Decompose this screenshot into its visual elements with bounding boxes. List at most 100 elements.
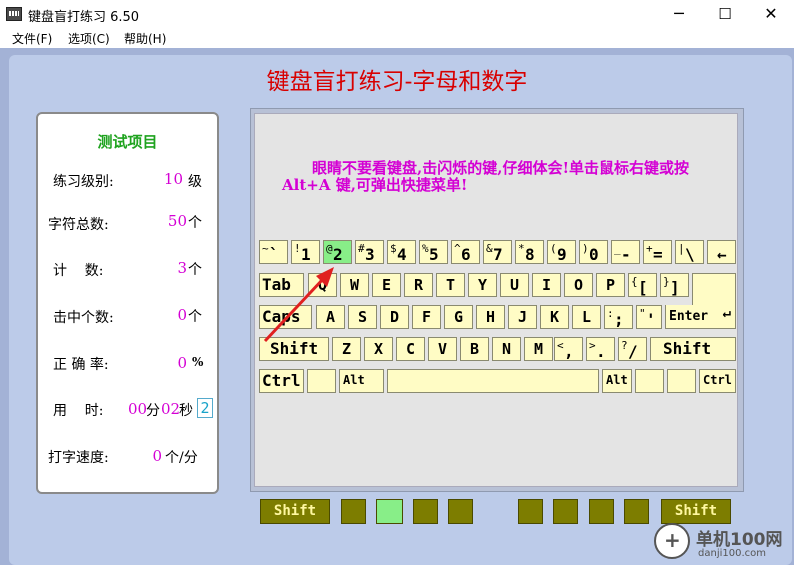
time-sec: 02 bbox=[161, 400, 181, 418]
key-t[interactable]: T bbox=[436, 273, 465, 297]
key-char: 6 bbox=[461, 245, 471, 264]
key-b[interactable]: B bbox=[460, 337, 489, 361]
key-semicolon[interactable]: :; bbox=[604, 305, 633, 329]
key-r[interactable]: R bbox=[404, 273, 433, 297]
key-o[interactable]: O bbox=[564, 273, 593, 297]
minimize-button[interactable]: ─ bbox=[656, 0, 702, 28]
key-shift-char: + bbox=[646, 242, 653, 255]
key-s[interactable]: S bbox=[348, 305, 377, 329]
key-char: C bbox=[405, 340, 416, 358]
watermark-logo: + 单机100网 danji100.com bbox=[654, 523, 794, 565]
key-u[interactable]: U bbox=[500, 273, 529, 297]
key-ctrl-left[interactable]: Ctrl bbox=[259, 369, 304, 393]
maximize-button[interactable]: ☐ bbox=[702, 0, 748, 28]
key-e[interactable]: E bbox=[372, 273, 401, 297]
key-i[interactable]: I bbox=[532, 273, 561, 297]
key-c[interactable]: C bbox=[396, 337, 425, 361]
total-value: 50 bbox=[167, 212, 187, 230]
key-win-left[interactable] bbox=[307, 369, 336, 393]
key-f[interactable]: F bbox=[412, 305, 441, 329]
key-k[interactable]: K bbox=[540, 305, 569, 329]
key-row1-14[interactable]: ← bbox=[707, 240, 736, 264]
key-alt-left[interactable]: Alt bbox=[339, 369, 384, 393]
close-button[interactable]: ✕ bbox=[748, 0, 794, 28]
key-slash[interactable]: ? / bbox=[618, 337, 647, 361]
key-win-right[interactable] bbox=[635, 369, 664, 393]
key-l[interactable]: L bbox=[572, 305, 601, 329]
seconds-indicator: 2 bbox=[197, 398, 213, 418]
key-p[interactable]: P bbox=[596, 273, 625, 297]
key-char: 5 bbox=[429, 245, 439, 264]
key-shift-char: ) bbox=[582, 242, 589, 255]
key-char: S bbox=[357, 308, 368, 326]
key-row1-3[interactable]: #3 bbox=[355, 240, 384, 264]
key-char: P bbox=[605, 276, 616, 294]
key-row1-8[interactable]: * 8 bbox=[515, 240, 544, 264]
key-w[interactable]: W bbox=[340, 273, 369, 297]
key-space[interactable] bbox=[387, 369, 599, 393]
hits-label: 击中个数: bbox=[53, 310, 114, 326]
key-row1-6[interactable]: ^ 6 bbox=[451, 240, 480, 264]
key-row1-7[interactable]: & 7 bbox=[483, 240, 512, 264]
key-char: U bbox=[509, 276, 520, 294]
key-label: Alt bbox=[343, 373, 365, 387]
key-char: H bbox=[485, 308, 496, 326]
key-n[interactable]: N bbox=[492, 337, 521, 361]
key-quote[interactable]: " ' bbox=[636, 305, 662, 329]
key-alt-right[interactable]: Alt bbox=[602, 369, 632, 393]
key-v[interactable]: V bbox=[428, 337, 457, 361]
hits-unit: 个 bbox=[188, 309, 202, 325]
finger-shift-right: Shift bbox=[661, 499, 731, 524]
finger-left-pinky bbox=[341, 499, 366, 524]
finger-right-pinky bbox=[624, 499, 649, 524]
key-char: I bbox=[541, 276, 552, 294]
key-h[interactable]: H bbox=[476, 305, 505, 329]
key-shift-right[interactable]: Shift bbox=[650, 337, 736, 361]
key-y[interactable]: Y bbox=[468, 273, 497, 297]
key-shift-char: * bbox=[518, 242, 525, 255]
accuracy-value: 0 bbox=[177, 354, 187, 372]
key-bracket-left[interactable]: {[ bbox=[628, 273, 657, 297]
key-x[interactable]: X bbox=[364, 337, 393, 361]
key-row1-11[interactable]: _ - bbox=[611, 240, 640, 264]
time-sec-unit: 秒 bbox=[179, 403, 193, 419]
key-shift-char: " bbox=[639, 307, 646, 320]
menu-help[interactable]: 帮助(H) bbox=[124, 30, 166, 47]
key-char: N bbox=[501, 340, 512, 358]
key-shift-char: & bbox=[486, 242, 493, 255]
watermark-url: danji100.com bbox=[698, 548, 766, 559]
key-period[interactable]: >. bbox=[586, 337, 615, 361]
key-row1-9[interactable]: (9 bbox=[547, 240, 576, 264]
key-row1-10[interactable]: ) 0 bbox=[579, 240, 608, 264]
key-m[interactable]: M bbox=[524, 337, 553, 361]
key-enter[interactable]: Enter ↵ bbox=[665, 305, 736, 329]
key-g[interactable]: G bbox=[444, 305, 473, 329]
key-char: K bbox=[549, 308, 560, 326]
key-shift-char: ~ bbox=[262, 242, 269, 255]
watermark-plus-icon: + bbox=[654, 523, 690, 559]
key-char: W bbox=[349, 276, 360, 294]
key-row1-12[interactable]: + = bbox=[643, 240, 672, 264]
key-j[interactable]: J bbox=[508, 305, 537, 329]
key-row1-13[interactable]: | \ bbox=[675, 240, 704, 264]
level-label: 练习级别: bbox=[53, 174, 114, 190]
menu-file[interactable]: 文件(F) bbox=[12, 30, 52, 47]
key-bracket-right[interactable]: }] bbox=[660, 273, 689, 297]
key-comma[interactable]: <, bbox=[554, 337, 583, 361]
key-ctrl-right[interactable]: Ctrl bbox=[699, 369, 736, 393]
key-row1-4[interactable]: $4 bbox=[387, 240, 416, 264]
key-row1-5[interactable]: % 5 bbox=[419, 240, 448, 264]
key-char: , bbox=[564, 342, 574, 361]
menu-options[interactable]: 选项(C) bbox=[68, 30, 110, 47]
count-label: 计 数: bbox=[53, 263, 104, 279]
finger-shift-left: Shift bbox=[260, 499, 330, 524]
key-shift-char: | bbox=[678, 242, 685, 255]
speed-unit: 个/分 bbox=[165, 450, 198, 466]
key-char: J bbox=[517, 308, 528, 326]
key-d[interactable]: D bbox=[380, 305, 409, 329]
page-title: 键盘盲打练习-字母和数字 bbox=[266, 69, 528, 95]
time-label: 用 时: bbox=[53, 403, 104, 419]
finger-right-index bbox=[518, 499, 543, 524]
key-menu[interactable] bbox=[667, 369, 696, 393]
key-label: Ctrl bbox=[703, 373, 732, 387]
